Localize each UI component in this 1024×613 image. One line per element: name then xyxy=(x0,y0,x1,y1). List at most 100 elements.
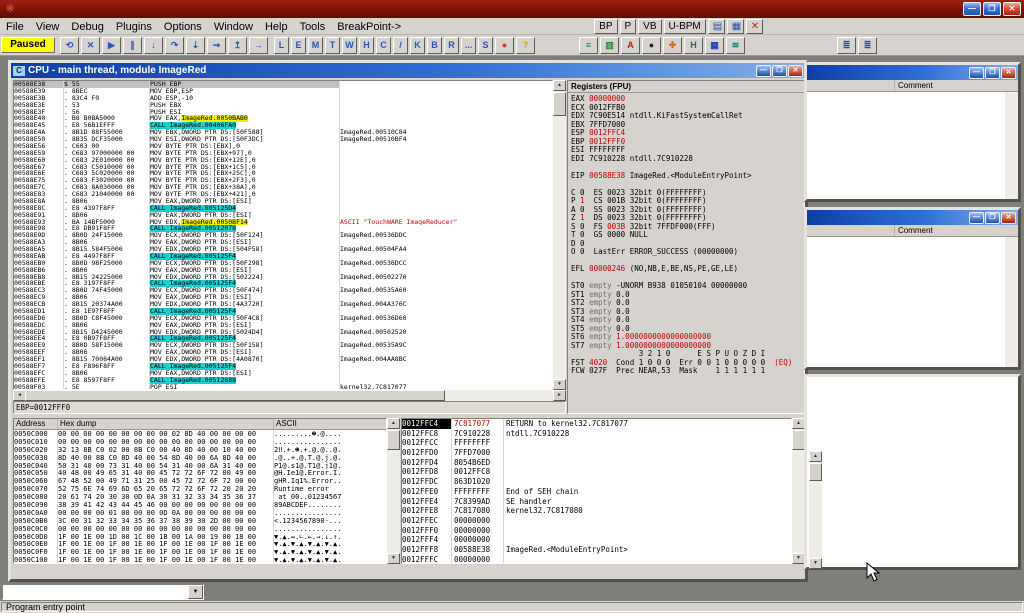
stack-row[interactable]: 0012FFF000000000 xyxy=(402,526,791,536)
menu-help[interactable]: Help xyxy=(259,20,294,34)
chevron-down-icon[interactable]: ▼ xyxy=(188,585,203,599)
plugin-button-8[interactable]: ≋ xyxy=(726,37,745,54)
scroll-thumb[interactable] xyxy=(387,430,400,450)
stack-row[interactable]: 0012FFC87C910228ntdll.7C910228 xyxy=(402,429,791,439)
source-button[interactable]: S xyxy=(478,37,493,54)
plugin-button-7[interactable]: ▦ xyxy=(705,37,724,54)
disasm-row[interactable]: 00588E98. E8 DB91F8FFCALL ImageRed.00512… xyxy=(14,225,552,232)
close-program-button[interactable]: ✕ xyxy=(81,37,100,54)
disasm-row[interactable]: 00588EBE. E8 3197F8FFCALL ImageRed.00512… xyxy=(14,280,552,287)
dump-row[interactable]: 0050C0F01F 00 1E 00 1F 00 1E 00 1F 00 1E… xyxy=(14,548,386,556)
disasm-row[interactable]: 00588ED6. 8B0D C8F45000MOV ECX,DWORD PTR… xyxy=(14,315,552,322)
disasm-row[interactable]: 00588EAB. E8 4497F8FFCALL ImageRed.00512… xyxy=(14,253,552,260)
menu-view[interactable]: View xyxy=(30,20,66,34)
side1-col-comment[interactable]: Comment xyxy=(895,80,1018,91)
disasm-row[interactable]: 00588E83. C683 21040000 00MOV BYTE PTR D… xyxy=(14,191,552,198)
references-button[interactable]: R xyxy=(444,37,459,54)
disasm-row[interactable]: 00588E56. C603 00MOV BYTE PTR DS:[EBX],0 xyxy=(14,143,552,150)
stack-row[interactable]: 0012FFE47C8399ADSE handler xyxy=(402,497,791,507)
side-window-2-body[interactable] xyxy=(807,237,1005,367)
handles-button[interactable]: H xyxy=(359,37,374,54)
stack-row[interactable]: 0012FFCCFFFFFFFF xyxy=(402,438,791,448)
scroll-up-button[interactable]: ▲ xyxy=(809,451,822,462)
scroll-down-button[interactable]: ▼ xyxy=(553,379,566,390)
side1-scrollbar[interactable] xyxy=(1005,92,1018,199)
dump-row[interactable]: 0050C0A000 00 00 00 01 00 00 00 0D 0A 00… xyxy=(14,509,386,517)
menu-tools[interactable]: Tools xyxy=(294,20,332,34)
scroll-down-button[interactable]: ▼ xyxy=(809,558,822,569)
side2-maximize-button[interactable]: ❐ xyxy=(985,212,1000,224)
dump-row[interactable]: 0050C0308D 40 00 8B C0 8D 40 00 54 8D 40… xyxy=(14,454,386,462)
dump-row[interactable]: 0050C09038 39 41 42 43 44 45 46 00 00 00… xyxy=(14,501,386,509)
close-button[interactable]: ✕ xyxy=(1003,2,1021,16)
side2-col-comment[interactable]: Comment xyxy=(895,225,1018,236)
plugin-button-2[interactable]: ▥ xyxy=(600,37,619,54)
disasm-row[interactable]: 00588E9D. 8B0D 24F15000MOV ECX,DWORD PTR… xyxy=(14,232,552,239)
disasm-row[interactable]: 00588E3E. 53PUSH EBX xyxy=(14,102,552,109)
disasm-row[interactable]: 00588EF1. 8B15 70084A00MOV EDX,DWORD PTR… xyxy=(14,356,552,363)
dump-scrollbar[interactable]: ▲ ▼ xyxy=(387,418,400,564)
stack-row[interactable]: 0012FFE0FFFFFFFFEnd of SEH chain xyxy=(402,487,791,497)
menu-button-bp[interactable]: BP xyxy=(594,19,617,34)
scroll-up-button[interactable]: ▲ xyxy=(553,80,566,91)
stack-row[interactable]: 0012FFC47C817077RETURN to kernel32.7C817… xyxy=(402,419,791,429)
run-trace-button[interactable]: ... xyxy=(461,37,476,54)
disasm-row[interactable]: 00588E4A. 8B1D 88F55000MOV EBX,DWORD PTR… xyxy=(14,129,552,136)
threads-button[interactable]: T xyxy=(325,37,340,54)
dump-row[interactable]: 0050C0B03C 00 31 32 33 34 35 36 37 38 39… xyxy=(14,517,386,525)
disasm-row[interactable]: 00588EA5. 8B15 584F5000MOV EDX,DWORD PTR… xyxy=(14,246,552,253)
step-over-button[interactable]: ↷ xyxy=(165,37,184,54)
scroll-thumb[interactable] xyxy=(809,463,822,481)
disasm-row[interactable]: 00588EEF. 8B06MOV EAX,DWORD PTR DS:[ESI] xyxy=(14,349,552,356)
menu-button-vb[interactable]: VB xyxy=(638,19,661,34)
menu-debug[interactable]: Debug xyxy=(65,20,109,34)
menu-window[interactable]: Window xyxy=(208,20,259,34)
dump-row[interactable]: 0050C02032 13 8B C0 02 00 8B C0 00 40 8D… xyxy=(14,446,386,454)
menu-file[interactable]: File xyxy=(0,20,30,34)
memory-map-button[interactable]: M xyxy=(308,37,323,54)
menu-plugins[interactable]: Plugins xyxy=(110,20,158,34)
stack-row[interactable]: 0012FFFC00000000 xyxy=(402,555,791,564)
disasm-scrollbar[interactable]: ▲ ▼ xyxy=(553,80,566,390)
cpu-button[interactable]: C xyxy=(376,37,391,54)
log-button[interactable]: L xyxy=(274,37,289,54)
side2-close-button[interactable]: ✕ xyxy=(1001,212,1016,224)
disasm-row[interactable]: 00588EFC. 8B06MOV EAX,DWORD PTR DS:[ESI] xyxy=(14,370,552,377)
dump-row[interactable]: 0050C04050 31 40 00 73 31 40 00 54 31 40… xyxy=(14,462,386,470)
dump-row[interactable]: 0050C05040 48 00 49 65 31 40 00 45 72 72… xyxy=(14,469,386,477)
dump-row[interactable]: 0050C0C000 00 00 00 00 00 00 00 00 00 00… xyxy=(14,525,386,533)
stack-row[interactable]: 0012FFD07FFD7000 xyxy=(402,448,791,458)
breakpoints-button[interactable]: B xyxy=(427,37,442,54)
disasm-row[interactable]: 00588E39. 8BECMOV EBP,ESP xyxy=(14,88,552,95)
disasm-row[interactable]: 00588EA3. 8B06MOV EAX,DWORD PTR DS:[ESI] xyxy=(14,239,552,246)
disasm-row[interactable]: 00588E8A. 8B06MOV EAX,DWORD PTR DS:[ESI] xyxy=(14,198,552,205)
disasm-row[interactable]: 00588E38$ 55PUSH EBP xyxy=(14,81,552,88)
dump-col-hex[interactable]: Hex dump xyxy=(58,419,274,429)
disasm-row[interactable]: 00588ECB. 8B15 20374A00MOV EDX,DWORD PTR… xyxy=(14,301,552,308)
execute-till-return-button[interactable]: ↥ xyxy=(228,37,247,54)
side1-minimize-button[interactable]: — xyxy=(969,67,984,79)
dump-col-address[interactable]: Address xyxy=(14,419,58,429)
disasm-row[interactable]: 00588EDC. 8B06MOV EAX,DWORD PTR DS:[ESI] xyxy=(14,322,552,329)
menu-breakpoint[interactable]: BreakPoint-> xyxy=(331,20,407,34)
help-icon[interactable]: ? xyxy=(516,37,535,54)
side2-minimize-button[interactable]: — xyxy=(969,212,984,224)
pause-button[interactable]: ∥ xyxy=(123,37,142,54)
disasm-row[interactable]: 00588EE9. 8B0D 58F15000MOV ECX,DWORD PTR… xyxy=(14,342,552,349)
dump-row[interactable]: 0050C0E01F 00 1E 00 1F 00 1E 00 1F 00 1E… xyxy=(14,540,386,548)
dump-row[interactable]: 0050C07052 75 6E 74 69 6D 65 20 65 72 72… xyxy=(14,485,386,493)
dump-row[interactable]: 0050C01000 00 00 00 00 00 00 00 00 00 00… xyxy=(14,438,386,446)
side1-col-blank[interactable] xyxy=(807,80,895,91)
disasm-row[interactable]: 00588EB0. 8B0D 98F25000MOV ECX,DWORD PTR… xyxy=(14,260,552,267)
menu-button-ubpm[interactable]: U-BPM xyxy=(664,19,706,34)
disasm-row[interactable]: 00588E3F. 56PUSH ESI xyxy=(14,109,552,116)
dump-row[interactable]: 0050C0D01F 00 1E 00 1D 00 1C 00 1B 00 1A… xyxy=(14,533,386,541)
side1-close-button[interactable]: ✕ xyxy=(1001,67,1016,79)
cpu-minimize-button[interactable]: — xyxy=(756,65,771,77)
hscroll-thumb[interactable] xyxy=(25,390,445,401)
cpu-window-titlebar[interactable]: C CPU - main thread, module ImageRed — ❐… xyxy=(11,63,805,78)
menu-options[interactable]: Options xyxy=(158,20,208,34)
dump-col-ascii[interactable]: ASCII xyxy=(274,419,386,429)
scroll-thumb[interactable] xyxy=(553,92,566,116)
side-window-1-body[interactable] xyxy=(807,92,1005,199)
